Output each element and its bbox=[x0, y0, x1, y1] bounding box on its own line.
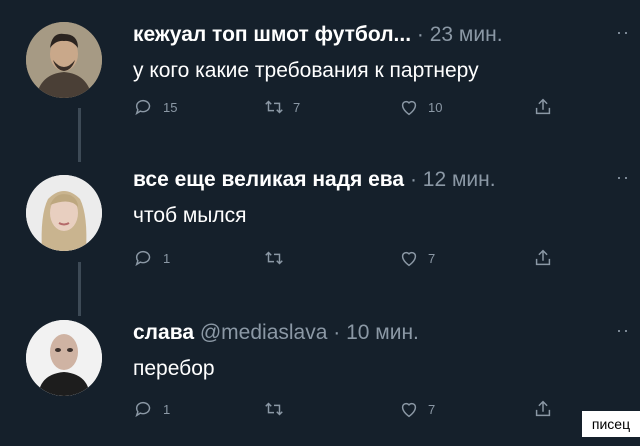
display-name[interactable]: слава bbox=[133, 321, 194, 344]
retweet-button[interactable] bbox=[263, 398, 293, 420]
separator-dot: · bbox=[333, 321, 341, 344]
watermark: писец bbox=[582, 411, 640, 437]
username-handle[interactable]: @mediaslava bbox=[200, 321, 328, 344]
reply-button[interactable]: 15 bbox=[133, 96, 177, 118]
tweet-actions: 15 7 10 bbox=[0, 96, 640, 124]
reply-icon bbox=[135, 401, 151, 418]
retweet-icon bbox=[265, 251, 283, 265]
reply-icon bbox=[135, 99, 151, 116]
tweet-header: кежуал топ шмот футбол... · 23 мин. bbox=[133, 22, 503, 48]
share-button[interactable] bbox=[532, 96, 554, 118]
tweet-text: у кого какие требования к партнеру bbox=[133, 59, 479, 82]
tweet[interactable]: все еще великая надя ева · 12 мин. ·· чт… bbox=[0, 155, 640, 295]
reply-count: 15 bbox=[163, 99, 178, 115]
retweet-icon bbox=[265, 100, 283, 114]
avatar-photo bbox=[26, 320, 102, 396]
tweet[interactable]: кежуал топ шмот футбол... · 23 мин. ·· у… bbox=[0, 0, 640, 140]
like-count: 10 bbox=[428, 99, 443, 115]
avatar[interactable] bbox=[26, 22, 102, 98]
share-icon bbox=[535, 98, 551, 115]
tweet[interactable]: слава @mediaslava · 10 мин. ·· перебор 1… bbox=[0, 306, 640, 446]
separator-dot: · bbox=[409, 168, 417, 191]
retweet-button[interactable]: 7 bbox=[263, 96, 300, 118]
share-icon bbox=[535, 249, 551, 266]
reply-button[interactable]: 1 bbox=[133, 247, 170, 269]
timestamp[interactable]: 12 мин. bbox=[423, 168, 496, 191]
share-icon bbox=[535, 400, 551, 417]
tweet-actions: 1 7 bbox=[0, 247, 640, 275]
tweet-actions: 1 7 bbox=[0, 398, 640, 426]
timestamp[interactable]: 23 мин. bbox=[430, 23, 503, 46]
avatar-photo bbox=[26, 22, 102, 98]
like-icon bbox=[401, 402, 417, 418]
display-name[interactable]: кежуал топ шмот футбол... bbox=[133, 23, 411, 46]
tweet-text: чтоб мылся bbox=[133, 204, 247, 227]
reply-count: 1 bbox=[163, 250, 171, 266]
timestamp[interactable]: 10 мин. bbox=[346, 321, 419, 344]
more-icon[interactable]: ·· bbox=[616, 167, 630, 188]
retweet-icon bbox=[265, 402, 283, 416]
like-button[interactable]: 7 bbox=[398, 398, 435, 420]
tweet-header: все еще великая надя ева · 12 мин. bbox=[133, 167, 496, 193]
tweet-text: перебор bbox=[133, 357, 215, 380]
more-icon[interactable]: ·· bbox=[616, 320, 630, 341]
reply-count: 1 bbox=[163, 401, 171, 417]
like-icon bbox=[401, 251, 417, 267]
share-button[interactable] bbox=[532, 398, 554, 420]
share-button[interactable] bbox=[532, 247, 554, 269]
like-count: 7 bbox=[428, 401, 436, 417]
reply-button[interactable]: 1 bbox=[133, 398, 170, 420]
like-button[interactable]: 10 bbox=[398, 96, 442, 118]
avatar[interactable] bbox=[26, 175, 102, 251]
like-count: 7 bbox=[428, 250, 436, 266]
like-button[interactable]: 7 bbox=[398, 247, 435, 269]
tweet-header: слава @mediaslava · 10 мин. bbox=[133, 320, 419, 346]
avatar-photo bbox=[26, 175, 102, 251]
avatar[interactable] bbox=[26, 320, 102, 396]
separator-dot: · bbox=[416, 23, 424, 46]
retweet-count: 7 bbox=[293, 99, 301, 115]
reply-icon bbox=[135, 250, 151, 267]
like-icon bbox=[401, 100, 417, 116]
display-name[interactable]: все еще великая надя ева bbox=[133, 168, 404, 191]
more-icon[interactable]: ·· bbox=[616, 22, 630, 43]
retweet-button[interactable] bbox=[263, 247, 293, 269]
